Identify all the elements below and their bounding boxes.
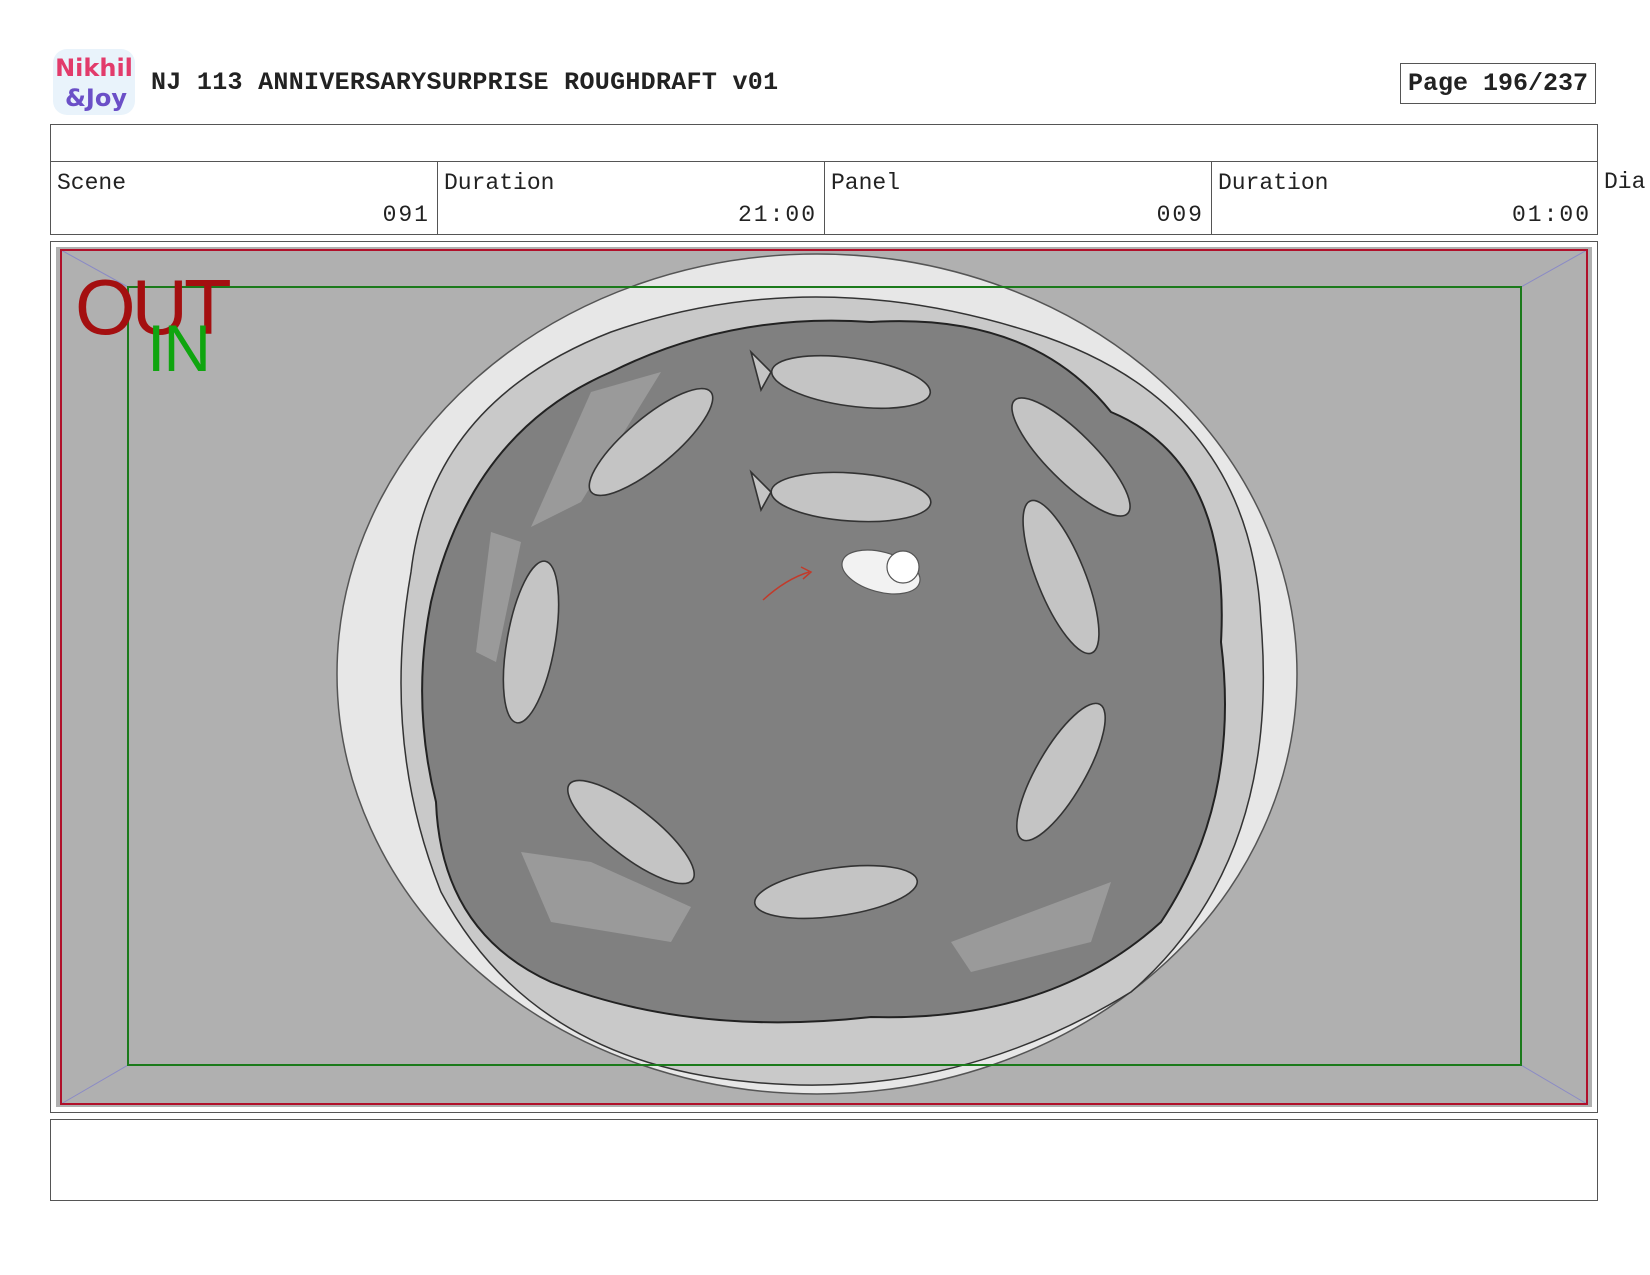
- scene-cell: Scene 091: [51, 162, 438, 234]
- scene-duration-cell: Duration 21:00: [438, 162, 825, 234]
- panel-cell: Panel 009: [825, 162, 1212, 234]
- scene-label: Scene: [57, 170, 127, 196]
- panel-label: Panel: [831, 170, 901, 196]
- logo-text-top: Nikhil: [55, 54, 133, 82]
- logo: Nikhil &Joy: [52, 48, 136, 116]
- scene-value: 091: [382, 202, 430, 228]
- panel-drawing: [51, 242, 1597, 1112]
- logo-text-bottom: &Joy: [65, 84, 127, 112]
- info-row: Scene 091 Duration 21:00 Panel 009 Durat…: [50, 161, 1598, 235]
- page-label: Page 196/237: [1407, 69, 1589, 98]
- top-bar: [50, 124, 1598, 162]
- dialogue-label: Dia: [1604, 169, 1646, 195]
- in-frame-label: IN: [147, 311, 211, 385]
- scene-duration-label: Duration: [444, 170, 555, 196]
- panel-duration-value: 01:00: [1511, 202, 1591, 228]
- scene-duration-value: 21:00: [737, 202, 817, 228]
- document-title: NJ 113 ANNIVERSARYSURPRISE ROUGHDRAFT v0…: [151, 68, 779, 97]
- storyboard-panel: [50, 241, 1598, 1113]
- panel-value: 009: [1156, 202, 1204, 228]
- notes-box: [50, 1119, 1598, 1201]
- panel-duration-label: Duration: [1218, 170, 1329, 196]
- page-indicator: Page 196/237: [1400, 63, 1596, 104]
- panel-duration-cell: Duration 01:00: [1212, 162, 1598, 234]
